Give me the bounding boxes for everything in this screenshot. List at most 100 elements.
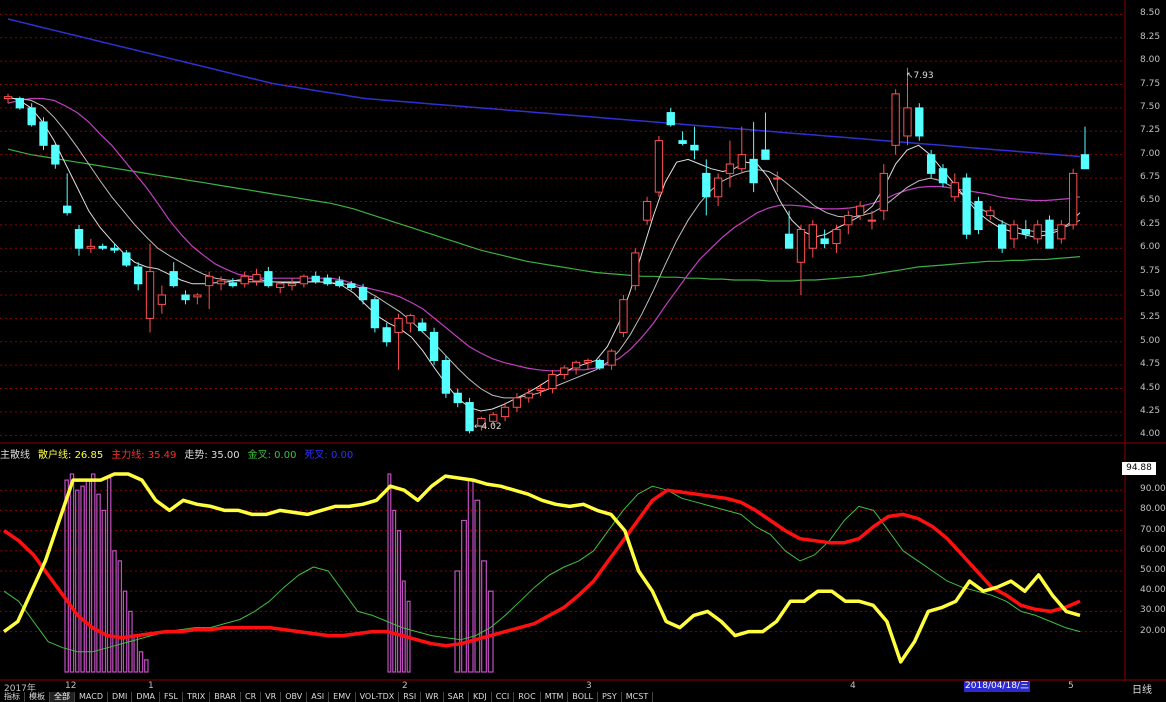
candle-body bbox=[181, 294, 190, 301]
candle-body bbox=[607, 350, 616, 366]
indicator-tick-label: 30.00 bbox=[1140, 605, 1166, 616]
indicator-bar bbox=[392, 509, 397, 673]
tab-brar[interactable]: BRAR bbox=[210, 692, 242, 702]
indicator-tick-label: 60.00 bbox=[1140, 544, 1166, 555]
tab-模板[interactable]: 模板 bbox=[25, 692, 50, 702]
month-label: 4 bbox=[850, 681, 856, 691]
candle-body bbox=[3, 96, 13, 100]
candle-body bbox=[571, 361, 581, 369]
candle-body bbox=[418, 322, 427, 332]
candle-body bbox=[678, 140, 687, 144]
tab-mtm[interactable]: MTM bbox=[541, 692, 569, 702]
stock-chart[interactable] bbox=[0, 0, 1166, 702]
candle-body bbox=[879, 172, 888, 212]
indicator-bar bbox=[138, 651, 144, 673]
indicator-tick-label: 70.00 bbox=[1140, 524, 1166, 535]
price-tick-label: 8.25 bbox=[1140, 31, 1161, 42]
price-tick-label: 4.50 bbox=[1140, 382, 1161, 393]
tab-macd[interactable]: MACD bbox=[75, 692, 108, 702]
candlesticks[interactable] bbox=[3, 67, 1090, 434]
candle-body bbox=[855, 205, 865, 216]
candle-body bbox=[98, 245, 107, 249]
candle-body bbox=[808, 224, 817, 249]
tab-emv[interactable]: EMV bbox=[329, 692, 356, 702]
price-tick-label: 6.75 bbox=[1140, 172, 1161, 183]
candle-body bbox=[110, 247, 119, 251]
candle-body bbox=[1009, 224, 1019, 240]
candle-body bbox=[240, 275, 249, 285]
price-tick-label: 7.75 bbox=[1140, 78, 1161, 89]
price-tick-label: 5.75 bbox=[1140, 265, 1161, 276]
trend-line bbox=[3, 485, 1081, 653]
tab-fsl[interactable]: FSL bbox=[160, 692, 183, 702]
candle-body bbox=[891, 93, 900, 146]
tab-rsi[interactable]: RSI bbox=[399, 692, 422, 702]
month-label: 12 bbox=[65, 681, 77, 691]
candle-body bbox=[157, 294, 167, 305]
price-tick-label: 6.00 bbox=[1140, 242, 1161, 253]
indicator-bar bbox=[96, 493, 101, 673]
indicator-tick-label: 40.00 bbox=[1140, 585, 1166, 596]
candle-body bbox=[702, 172, 711, 198]
main-force-line bbox=[3, 488, 1081, 648]
tab-cci[interactable]: CCI bbox=[492, 692, 515, 702]
tab-kdj[interactable]: KDJ bbox=[469, 692, 492, 702]
candle-body bbox=[619, 299, 628, 333]
tab-asi[interactable]: ASI bbox=[307, 692, 330, 702]
price-tick-label: 4.25 bbox=[1140, 405, 1161, 416]
dead-cross-readout: 死叉: 0.00 bbox=[304, 450, 354, 461]
candle-body bbox=[122, 252, 131, 266]
tab-全部[interactable]: 全部 bbox=[50, 692, 75, 702]
tab-wr[interactable]: WR bbox=[421, 692, 444, 702]
tab-cr[interactable]: CR bbox=[241, 692, 262, 702]
candle-body bbox=[15, 98, 25, 109]
candle-body bbox=[666, 112, 675, 126]
candle-body bbox=[867, 219, 877, 222]
indicator-tick-label: 20.00 bbox=[1140, 625, 1166, 636]
tab-mcst[interactable]: MCST bbox=[622, 692, 654, 702]
candle-body bbox=[903, 107, 912, 137]
candle-body bbox=[1021, 229, 1030, 235]
tab-指标[interactable]: 指标 bbox=[0, 692, 25, 702]
tab-sar[interactable]: SAR bbox=[444, 692, 469, 702]
candle-body bbox=[63, 205, 72, 214]
month-label: 2 bbox=[402, 681, 408, 691]
candle-body bbox=[512, 397, 522, 408]
candle-body bbox=[500, 406, 510, 418]
candle-body bbox=[358, 287, 368, 301]
tab-dmi[interactable]: DMI bbox=[108, 692, 133, 702]
tab-psy[interactable]: PSY bbox=[598, 692, 622, 702]
tab-trix[interactable]: TRIX bbox=[183, 692, 211, 702]
period-selector[interactable]: 日线 bbox=[1132, 681, 1152, 696]
candle-body bbox=[86, 245, 96, 249]
tab-boll[interactable]: BOLL bbox=[568, 692, 598, 702]
candle-body bbox=[737, 154, 746, 170]
indicator-bar bbox=[397, 529, 402, 673]
indicator-tabs: 指标 模板 全部 MACD DMI DMA FSL TRIX BRAR CR VR OBV ASI EMV… bbox=[0, 692, 654, 702]
indicator-bar bbox=[112, 550, 117, 673]
candle-body bbox=[761, 149, 770, 160]
indicator-bar bbox=[64, 479, 69, 673]
candle-body bbox=[690, 144, 699, 151]
candle-body bbox=[536, 388, 545, 391]
indicator-bar bbox=[90, 473, 96, 673]
candle-body bbox=[406, 315, 415, 324]
candle-body bbox=[1033, 224, 1042, 240]
low-annotation: ←4.02 bbox=[474, 422, 502, 432]
candle-body bbox=[938, 168, 948, 184]
tab-roc[interactable]: ROC bbox=[514, 692, 541, 702]
indicator-bar bbox=[481, 560, 487, 673]
candle-body bbox=[370, 299, 380, 329]
tab-dma[interactable]: DMA bbox=[132, 692, 160, 702]
tab-vr[interactable]: VR bbox=[261, 692, 282, 702]
ma-green-line bbox=[7, 148, 1081, 282]
indicator-bar bbox=[101, 509, 107, 673]
candle-body bbox=[986, 210, 995, 216]
candle-body bbox=[382, 327, 391, 343]
tab-obv[interactable]: OBV bbox=[281, 692, 308, 702]
candle-body bbox=[39, 121, 48, 146]
candle-body bbox=[51, 144, 60, 165]
indicator-title: 主散线 散户线: 26.85 主力线: 35.49 走势: 35.00 金叉: … bbox=[0, 446, 354, 461]
candle-body bbox=[796, 229, 806, 263]
tab-vol-tdx[interactable]: VOL-TDX bbox=[356, 692, 400, 702]
